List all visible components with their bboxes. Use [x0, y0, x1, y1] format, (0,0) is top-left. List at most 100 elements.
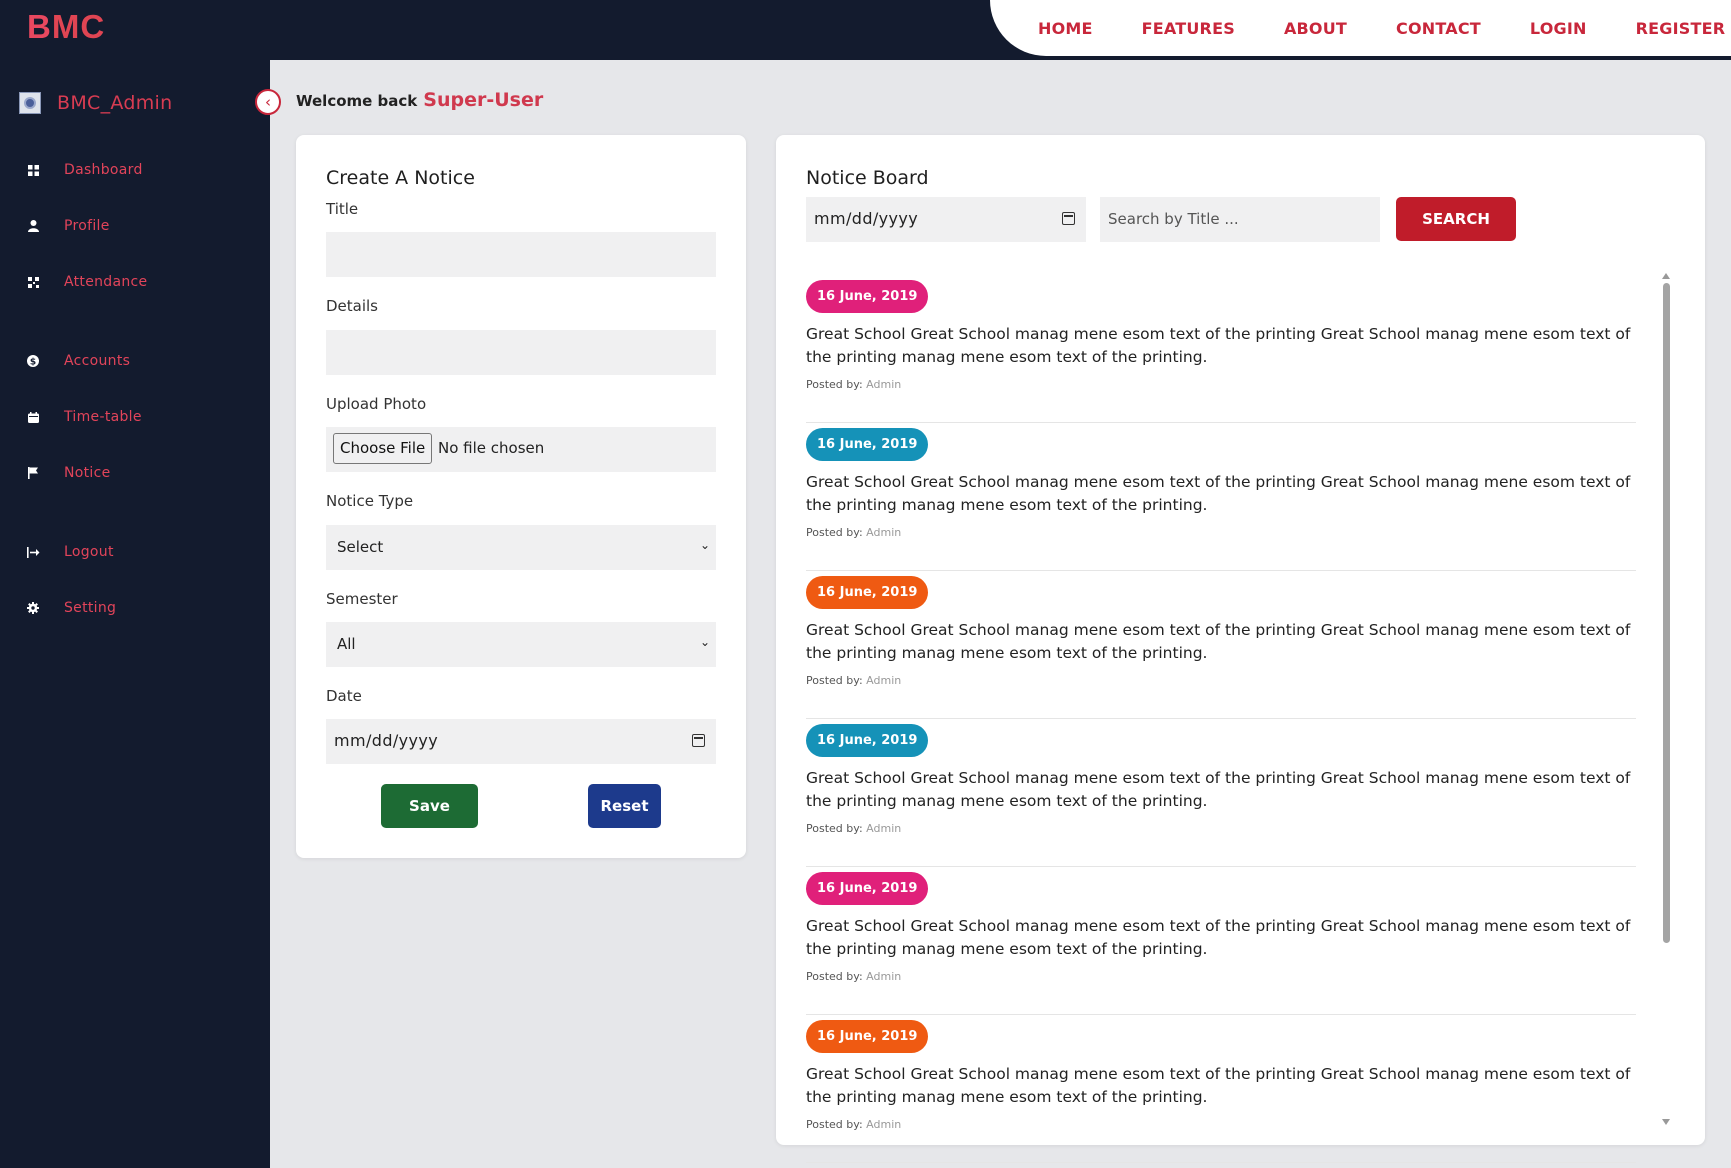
date-input[interactable]: mm/dd/yyyy: [326, 719, 716, 764]
welcome-message: Welcome back Super-User: [296, 89, 543, 111]
notice-author: Admin: [866, 674, 902, 687]
welcome-text: Welcome back: [296, 92, 418, 110]
scroll-thumb[interactable]: [1663, 283, 1670, 943]
logout-icon: [26, 545, 40, 559]
dollar-icon: $: [26, 354, 40, 368]
semester-select[interactable]: All ⌄: [326, 622, 716, 667]
posted-by-label: Posted by:: [806, 822, 863, 835]
qr-icon: [26, 275, 40, 289]
notice-text: Great School Great School manag mene eso…: [806, 473, 1631, 514]
notice-list-scrollbar[interactable]: [1661, 273, 1671, 1125]
title-input[interactable]: [326, 232, 716, 277]
chevron-down-icon: ⌄: [699, 635, 710, 649]
search-button[interactable]: SEARCH: [1396, 197, 1516, 241]
user-icon: [26, 219, 40, 233]
notice-date-badge: 16 June, 2019: [806, 576, 929, 609]
notice-author: Admin: [866, 1118, 902, 1131]
date-label: Date: [326, 687, 362, 705]
choose-file-button[interactable]: Choose File: [333, 433, 433, 464]
notice-item[interactable]: 16 June, 2019 Great School Great School m…: [806, 423, 1636, 571]
sidebar-username: BMC_Admin: [57, 92, 173, 114]
notice-posted-by: Posted by: Admin: [806, 674, 901, 687]
notice-date-badge: 16 June, 2019: [806, 428, 929, 461]
upload-photo-field: Choose File No file chosen: [326, 427, 716, 472]
notice-list[interactable]: 16 June, 2019 Great School Great School m…: [806, 275, 1636, 1165]
notice-item[interactable]: 16 June, 2019 Great School Great School m…: [806, 1015, 1636, 1163]
search-input[interactable]: Search by Title ...: [1100, 197, 1380, 242]
notice-author: Admin: [866, 526, 902, 539]
sidebar-item-dashboard[interactable]: Dashboard: [26, 160, 143, 180]
nav-login[interactable]: LOGIN: [1530, 19, 1587, 38]
notice-board-title: Notice Board: [806, 167, 929, 189]
notice-item[interactable]: 16 June, 2019 Great School Great School m…: [806, 867, 1636, 1015]
notice-author: Admin: [866, 970, 902, 983]
notice-date-badge: 16 June, 2019: [806, 1020, 929, 1053]
calendar-icon[interactable]: [692, 734, 705, 747]
posted-by-label: Posted by:: [806, 526, 863, 539]
date-placeholder: mm/dd/yyyy: [334, 731, 439, 750]
notice-item[interactable]: 16 June, 2019 Great School Great School m…: [806, 719, 1636, 867]
sidebar-item-accounts[interactable]: $ Accounts: [26, 351, 130, 371]
notice-item[interactable]: 16 June, 2019 Great School Great School m…: [806, 571, 1636, 719]
create-notice-title: Create A Notice: [326, 167, 475, 189]
calendar-icon: [26, 410, 40, 424]
grid-icon: [26, 163, 40, 177]
sidebar-user[interactable]: BMC_Admin: [19, 92, 172, 114]
notice-text: Great School Great School manag mene eso…: [806, 1065, 1631, 1106]
sidebar-item-notice[interactable]: Notice: [26, 463, 111, 483]
notice-posted-by: Posted by: Admin: [806, 526, 901, 539]
reset-button[interactable]: Reset: [588, 784, 661, 828]
notice-type-value: Select: [337, 538, 384, 556]
notice-date-badge: 16 June, 2019: [806, 280, 929, 313]
sidebar-toggle-button[interactable]: ‹: [255, 89, 281, 115]
create-notice-card: Create A Notice Title Details Upload Pho…: [296, 135, 746, 858]
chevron-left-icon: ‹: [265, 92, 271, 111]
svg-text:$: $: [30, 358, 36, 368]
notice-board-card: Notice Board mm/dd/yyyy Search by Title …: [776, 135, 1705, 1163]
notice-item[interactable]: 16 June, 2019 Great School Great School m…: [806, 275, 1636, 423]
notice-posted-by: Posted by: Admin: [806, 1118, 901, 1131]
sidebar: BMC_Admin Dashboard Profile Attendance $…: [0, 60, 270, 1168]
gear-icon: [26, 601, 40, 615]
nav-about[interactable]: ABOUT: [1284, 19, 1347, 38]
notice-posted-by: Posted by: Admin: [806, 822, 901, 835]
scroll-up-icon[interactable]: [1662, 273, 1670, 279]
notice-date-filter[interactable]: mm/dd/yyyy: [806, 197, 1086, 242]
top-header: BMC HOME FEATURES ABOUT CONTACT LOGIN RE…: [0, 0, 1731, 60]
sidebar-item-attendance[interactable]: Attendance: [26, 272, 147, 292]
file-status: No file chosen: [438, 439, 545, 457]
posted-by-label: Posted by:: [806, 1118, 863, 1131]
posted-by-label: Posted by:: [806, 970, 863, 983]
upload-photo-label: Upload Photo: [326, 395, 427, 413]
calendar-icon[interactable]: [1062, 212, 1075, 225]
details-label: Details: [326, 297, 379, 315]
chevron-down-icon: ⌄: [699, 538, 710, 552]
notice-text: Great School Great School manag mene eso…: [806, 917, 1631, 958]
notice-type-select[interactable]: Select ⌄: [326, 525, 716, 570]
top-nav: HOME FEATURES ABOUT CONTACT LOGIN REGIST…: [990, 0, 1731, 56]
notice-author: Admin: [866, 378, 902, 391]
posted-by-label: Posted by:: [806, 674, 863, 687]
details-input[interactable]: [326, 330, 716, 375]
flag-icon: [26, 466, 40, 480]
avatar: [19, 92, 41, 114]
sidebar-item-profile[interactable]: Profile: [26, 216, 110, 236]
nav-register[interactable]: REGISTER: [1636, 19, 1726, 38]
sidebar-item-time-table[interactable]: Time-table: [26, 407, 142, 427]
notice-posted-by: Posted by: Admin: [806, 970, 901, 983]
date-filter-placeholder: mm/dd/yyyy: [814, 209, 919, 228]
welcome-user: Super-User: [423, 89, 544, 111]
save-button[interactable]: Save: [381, 784, 478, 828]
notice-text: Great School Great School manag mene eso…: [806, 325, 1631, 366]
nav-features[interactable]: FEATURES: [1142, 19, 1235, 38]
posted-by-label: Posted by:: [806, 378, 863, 391]
sidebar-item-logout[interactable]: Logout: [26, 542, 114, 562]
nav-contact[interactable]: CONTACT: [1396, 19, 1481, 38]
brand-logo[interactable]: BMC: [27, 8, 105, 46]
sidebar-item-setting[interactable]: Setting: [26, 598, 116, 618]
notice-text: Great School Great School manag mene eso…: [806, 769, 1631, 810]
scroll-down-icon[interactable]: [1662, 1119, 1670, 1125]
notice-posted-by: Posted by: Admin: [806, 378, 901, 391]
nav-home[interactable]: HOME: [1038, 19, 1093, 38]
semester-label: Semester: [326, 590, 398, 608]
